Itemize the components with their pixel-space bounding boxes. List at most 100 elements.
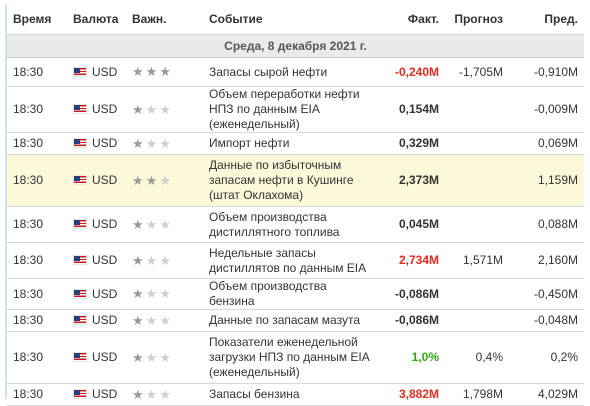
calendar-table: Время Валюта Важн. Событие Факт. Прогноз… xyxy=(7,4,584,406)
event-currency: USD xyxy=(67,331,126,384)
event-forecast: -1,705M xyxy=(445,57,509,87)
event-currency: USD xyxy=(67,383,126,406)
star-empty-icon: ★ xyxy=(159,216,173,232)
event-name[interactable]: Объем переработки нефти НПЗ по данным EI… xyxy=(203,86,377,133)
event-row[interactable]: 18:30 USD ★★★ Объем производства дистиллятн… xyxy=(7,206,584,243)
star-filled-icon: ★ xyxy=(132,312,146,328)
event-previous: 1,159M xyxy=(509,154,584,207)
star-filled-icon: ★ xyxy=(132,252,146,268)
event-name[interactable]: Показатели еженедельной загрузки НПЗ по … xyxy=(203,331,377,384)
event-name[interactable]: Запасы бензина xyxy=(203,383,377,406)
star-filled-icon: ★ xyxy=(132,216,146,232)
event-row[interactable]: 18:30 USD ★★★ Запасы бензина 3,882M 1,798M 4,0… xyxy=(7,383,584,406)
event-time: 18:30 xyxy=(7,383,67,406)
currency-code: USD xyxy=(92,136,118,150)
importance-stars: ★★★ xyxy=(132,217,173,232)
header-previous[interactable]: Пред. xyxy=(509,4,584,35)
currency-code: USD xyxy=(92,217,118,231)
us-flag-icon xyxy=(73,138,87,148)
event-row[interactable]: 18:30 USD ★★★ Недельные запасы дистиллятов … xyxy=(7,242,584,279)
event-row[interactable]: 18:30 USD ★★★ Данные по избыточным запасам … xyxy=(7,154,584,207)
currency-code: USD xyxy=(92,286,118,301)
star-filled-icon: ★ xyxy=(132,386,146,402)
star-filled-icon: ★ xyxy=(132,172,146,188)
event-row[interactable]: 18:30 USD ★★★ Импорт нефти 0,329M 0,069M xyxy=(7,132,584,155)
star-filled-icon: ★ xyxy=(145,172,160,188)
event-name[interactable]: Импорт нефти xyxy=(203,132,377,155)
event-importance: ★★★ xyxy=(126,242,203,279)
event-forecast: 1,798M xyxy=(445,383,509,406)
us-flag-icon xyxy=(73,104,87,114)
event-actual: -0,240M xyxy=(377,57,445,87)
event-importance: ★★★ xyxy=(126,57,203,87)
star-filled-icon: ★ xyxy=(132,64,146,79)
event-currency: USD xyxy=(67,242,126,279)
event-previous: -0,450M xyxy=(509,278,584,310)
event-forecast xyxy=(445,154,509,207)
event-previous: 0,069M xyxy=(509,132,584,155)
event-currency: USD xyxy=(67,132,126,155)
event-time: 18:30 xyxy=(7,154,67,207)
event-actual: 2,373M xyxy=(377,154,445,207)
event-time: 18:30 xyxy=(7,242,67,279)
header-event[interactable]: Событие xyxy=(203,4,377,35)
star-filled-icon: ★ xyxy=(132,101,146,117)
importance-stars: ★★★ xyxy=(132,253,173,268)
star-empty-icon: ★ xyxy=(159,101,173,117)
importance-stars: ★★★ xyxy=(132,102,173,117)
event-actual: 0,329M xyxy=(377,132,445,155)
star-empty-icon: ★ xyxy=(159,312,173,328)
us-flag-icon xyxy=(73,175,87,185)
event-currency: USD xyxy=(67,86,126,133)
event-time: 18:30 xyxy=(7,331,67,384)
currency-code: USD xyxy=(92,350,118,364)
event-name[interactable]: Объем производства бензина xyxy=(203,278,377,310)
event-currency: USD xyxy=(67,154,126,207)
star-filled-icon: ★ xyxy=(145,64,160,79)
event-currency: USD xyxy=(67,206,126,243)
event-name[interactable]: Объем производства дистиллятного топлива xyxy=(203,206,377,243)
us-flag-icon xyxy=(73,255,87,265)
event-actual: 1,0% xyxy=(377,331,445,384)
header-forecast[interactable]: Прогноз xyxy=(445,4,509,35)
header-time[interactable]: Время xyxy=(7,4,67,35)
event-currency: USD xyxy=(67,57,126,87)
currency-code: USD xyxy=(92,64,118,79)
event-previous: -0,048M xyxy=(509,309,584,332)
event-name[interactable]: Запасы сырой нефти xyxy=(203,57,377,87)
us-flag-icon xyxy=(73,288,87,299)
event-row[interactable]: 18:30 USD ★★★ Объем производства бензина -0,… xyxy=(7,278,584,310)
event-name[interactable]: Недельные запасы дистиллятов по данным E… xyxy=(203,242,377,279)
event-row[interactable]: 18:30 USD ★★★ Объем переработки нефти НПЗ п… xyxy=(7,86,584,133)
header-currency[interactable]: Валюта xyxy=(67,4,126,35)
day-separator-row: Среда, 8 декабря 2021 г. xyxy=(7,34,584,58)
currency-code: USD xyxy=(92,102,118,116)
us-flag-icon xyxy=(73,219,87,229)
star-empty-icon: ★ xyxy=(159,135,173,151)
currency-code: USD xyxy=(92,173,118,187)
header-actual[interactable]: Факт. xyxy=(377,4,445,35)
star-filled-icon: ★ xyxy=(132,286,146,301)
event-row[interactable]: 18:30 USD ★★★ Показатели еженедельной загру… xyxy=(7,331,584,384)
event-row[interactable]: 18:30 USD ★★★ Запасы сырой нефти -0,240M -1,7… xyxy=(7,57,584,87)
event-name[interactable]: Данные по запасам мазута xyxy=(203,309,377,332)
event-row[interactable]: 18:30 USD ★★★ Данные по запасам мазута -0,08… xyxy=(7,309,584,332)
event-previous: 0,088M xyxy=(509,206,584,243)
event-forecast xyxy=(445,278,509,310)
event-currency: USD xyxy=(67,309,126,332)
event-forecast xyxy=(445,309,509,332)
event-name[interactable]: Данные по избыточным запасам нефти в Куш… xyxy=(203,154,377,207)
currency-code: USD xyxy=(92,313,118,327)
header-importance[interactable]: Важн. xyxy=(126,4,203,35)
event-time: 18:30 xyxy=(7,206,67,243)
event-previous: 4,029M xyxy=(509,383,584,406)
event-time: 18:30 xyxy=(7,132,67,155)
event-time: 18:30 xyxy=(7,86,67,133)
event-previous: 2,160M xyxy=(509,242,584,279)
star-filled-icon: ★ xyxy=(132,349,146,365)
us-flag-icon xyxy=(73,315,87,325)
event-forecast: 1,571M xyxy=(445,242,509,279)
star-empty-icon: ★ xyxy=(159,386,173,402)
importance-stars: ★★★ xyxy=(132,136,173,151)
event-importance: ★★★ xyxy=(126,383,203,406)
